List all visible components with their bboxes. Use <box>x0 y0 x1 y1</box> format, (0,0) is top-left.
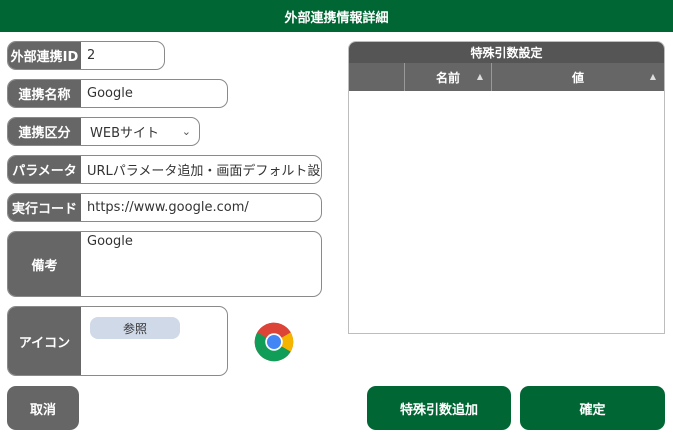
confirm-button[interactable]: 確定 <box>520 386 665 430</box>
notes-field[interactable]: 備考 Google <box>7 231 322 297</box>
name-label: 連携名称 <box>8 80 81 107</box>
exec-code-field[interactable]: 実行コード https://www.google.com/ <box>7 193 322 222</box>
grid-title: 特殊引数設定 <box>349 42 664 63</box>
external-id-label: 外部連携ID <box>8 42 81 69</box>
grid-body <box>349 91 664 333</box>
icon-label: アイコン <box>8 307 81 375</box>
external-id-field: 外部連携ID 2 <box>7 41 165 70</box>
grid-col-name-label: 名前 <box>435 70 460 85</box>
cancel-button[interactable]: 取消 <box>7 386 79 430</box>
name-input[interactable]: Google <box>81 80 227 107</box>
notes-textarea[interactable]: Google <box>81 232 321 296</box>
notes-label: 備考 <box>8 232 81 296</box>
browse-button[interactable]: 参照 <box>90 317 180 339</box>
params-label: パラメータ <box>8 156 81 183</box>
sort-up-icon[interactable]: ▲ <box>650 72 656 81</box>
window-title: 外部連携情報詳細 <box>0 0 673 32</box>
sort-up-icon[interactable]: ▲ <box>477 72 483 81</box>
params-field[interactable]: パラメータ URLパラメータ追加・画面デフォルト設 <box>7 155 322 184</box>
params-input[interactable]: URLパラメータ追加・画面デフォルト設 <box>81 156 321 183</box>
external-id-value: 2 <box>87 48 96 63</box>
grid-header: 名前 ▲ 値 ▲ <box>349 63 664 91</box>
name-field[interactable]: 連携名称 Google <box>7 79 228 108</box>
add-special-arg-button[interactable]: 特殊引数追加 <box>367 386 511 430</box>
chrome-icon <box>254 322 294 362</box>
grid-col-select <box>349 63 404 91</box>
special-args-grid: 特殊引数設定 名前 ▲ 値 ▲ <box>348 41 665 334</box>
grid-col-value-label: 値 <box>571 70 584 85</box>
type-selected-option: WEBサイト <box>90 126 159 141</box>
type-select[interactable]: 連携区分 WEBサイト ⌄ <box>7 117 200 146</box>
type-select-value[interactable]: WEBサイト ⌄ <box>81 118 199 145</box>
chevron-down-icon[interactable]: ⌄ <box>182 125 191 138</box>
type-label: 連携区分 <box>8 118 81 145</box>
exec-code-input[interactable]: https://www.google.com/ <box>81 194 321 221</box>
grid-col-name[interactable]: 名前 ▲ <box>404 63 491 91</box>
grid-col-value[interactable]: 値 ▲ <box>491 63 664 91</box>
exec-code-label: 実行コード <box>8 194 81 221</box>
